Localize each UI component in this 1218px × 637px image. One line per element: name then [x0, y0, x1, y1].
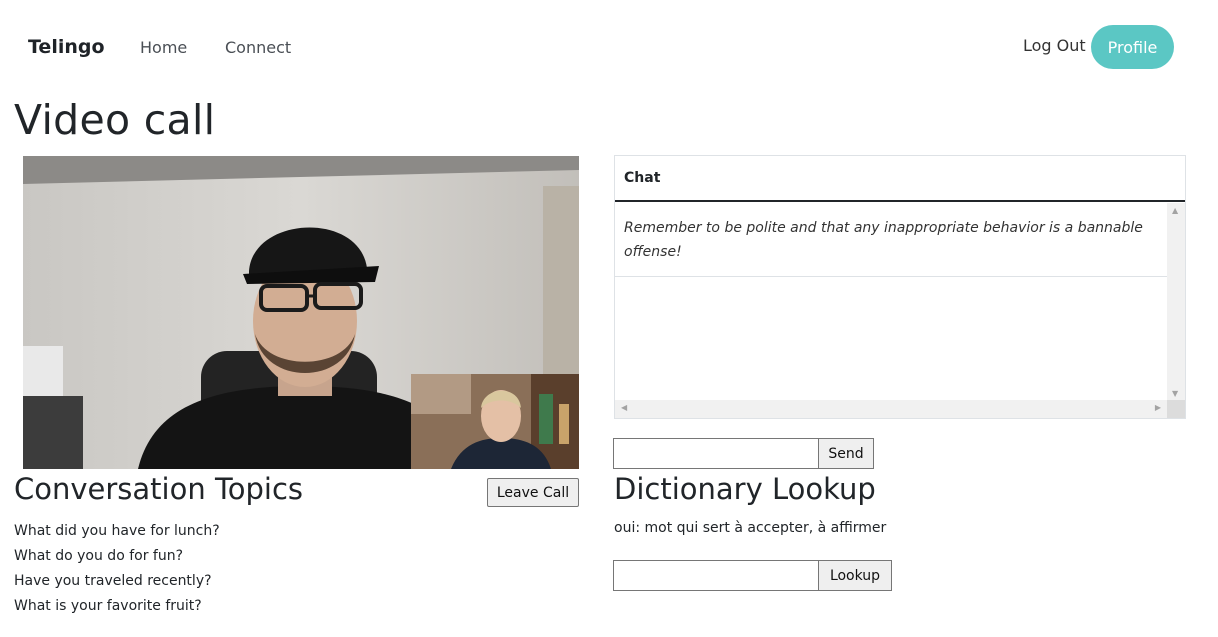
topic-item: Have you traveled recently? — [14, 573, 212, 589]
page-title: Video call — [14, 96, 216, 144]
chat-message: Remember to be polite and that any inapp… — [615, 203, 1167, 277]
lookup-button[interactable]: Lookup — [818, 560, 892, 591]
chat-input[interactable] — [613, 438, 819, 469]
topic-item: What do you do for fun? — [14, 548, 184, 564]
dictionary-input[interactable] — [613, 560, 819, 591]
send-button[interactable]: Send — [818, 438, 874, 469]
chat-messages[interactable]: Remember to be polite and that any inapp… — [615, 203, 1167, 401]
local-video — [411, 374, 579, 469]
topics-list: What did you have for lunch? What do you… — [14, 519, 220, 619]
logout-link[interactable]: Log Out — [1023, 36, 1086, 55]
chat-panel: Chat Remember to be polite and that any … — [614, 155, 1186, 419]
nav-home-link[interactable]: Home — [140, 38, 187, 57]
scroll-up-arrow-icon[interactable]: ▲ — [1172, 206, 1178, 215]
dictionary-result: oui: mot qui sert à accepter, à affirmer — [614, 520, 887, 536]
scroll-corner — [1167, 400, 1185, 418]
scroll-down-arrow-icon[interactable]: ▼ — [1172, 389, 1178, 398]
topic-item: What is your favorite fruit? — [14, 598, 202, 614]
local-video-frame — [411, 374, 579, 469]
brand-logo[interactable]: Telingo — [28, 36, 105, 58]
conversation-topics-title: Conversation Topics — [14, 472, 303, 506]
scroll-left-arrow-icon[interactable]: ◀ — [621, 403, 627, 412]
leave-call-button[interactable]: Leave Call — [487, 478, 579, 507]
nav-connect-link[interactable]: Connect — [225, 38, 291, 57]
navbar: Telingo Home Connect Log Out Profile — [0, 0, 1218, 96]
chat-horizontal-scrollbar[interactable]: ◀ ▶ — [615, 400, 1167, 418]
dictionary-lookup-title: Dictionary Lookup — [614, 472, 876, 506]
profile-button[interactable]: Profile — [1091, 25, 1174, 69]
scroll-right-arrow-icon[interactable]: ▶ — [1155, 403, 1161, 412]
topic-item: What did you have for lunch? — [14, 523, 220, 539]
chat-vertical-scrollbar[interactable]: ▲ ▼ — [1167, 203, 1185, 401]
chat-header: Chat — [615, 156, 1185, 202]
